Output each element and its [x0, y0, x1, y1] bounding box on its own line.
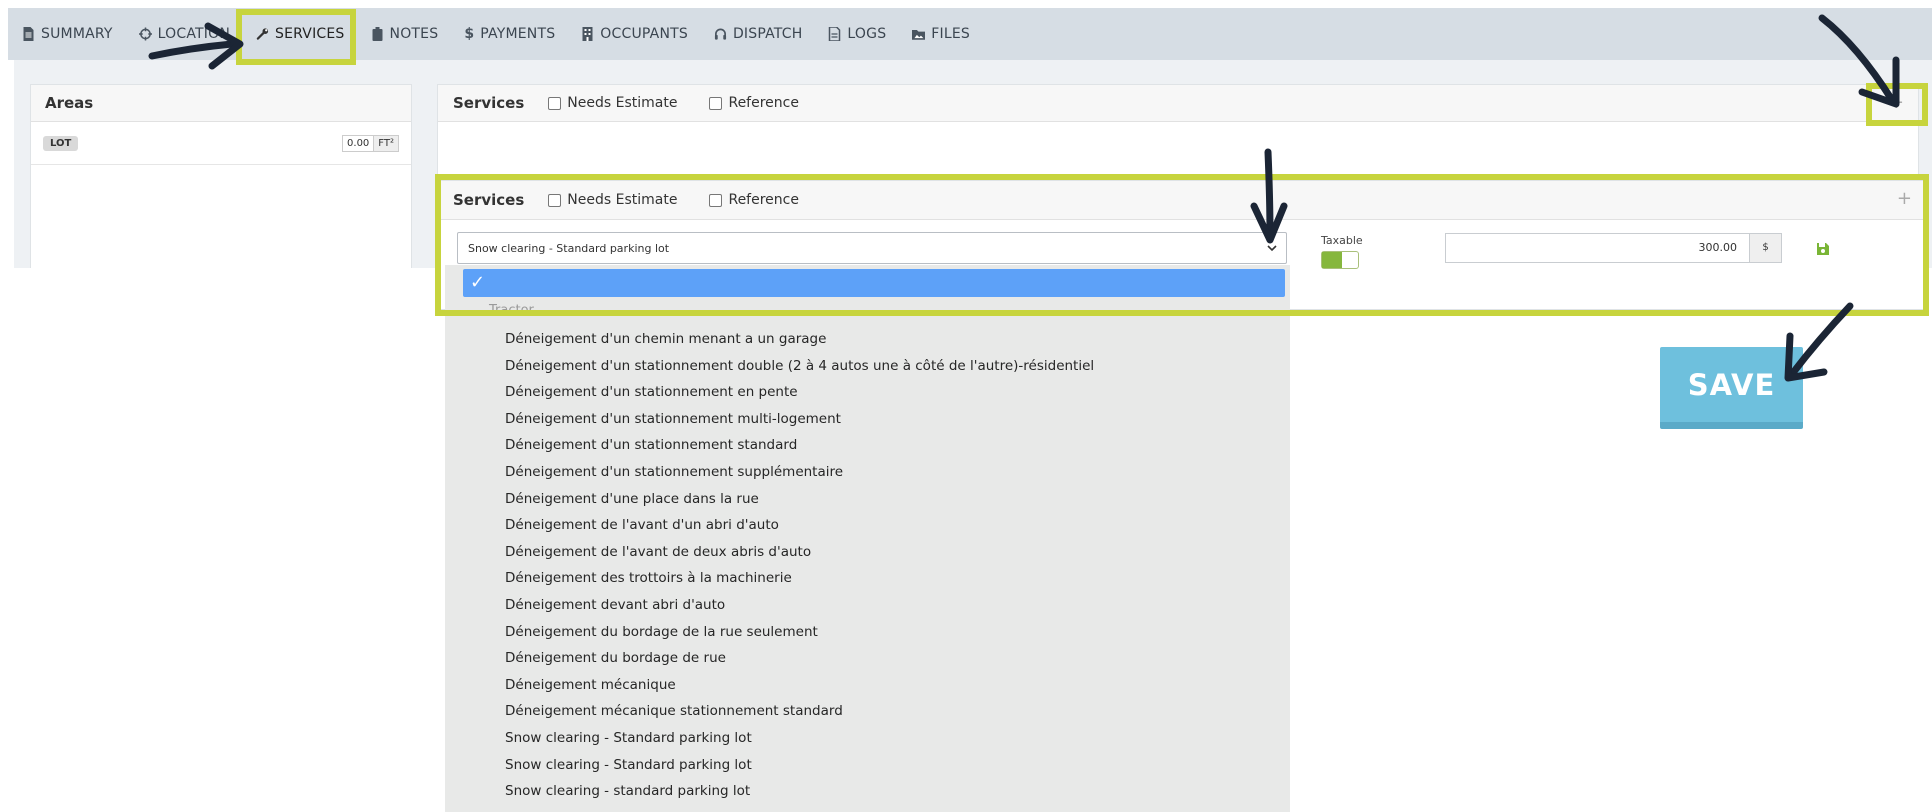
checkbox-label: Reference [728, 95, 799, 111]
tab-label: OCCUPANTS [600, 26, 688, 42]
highlight-service-line [435, 174, 1929, 316]
clipboard-icon [372, 27, 383, 41]
dropdown-option[interactable]: Déneigement mécanique stationnement stan… [505, 698, 1094, 725]
highlight-add-button [1866, 83, 1928, 126]
dropdown-option[interactable]: Déneigement des trottoirs à la machineri… [505, 565, 1094, 592]
folder-image-icon [912, 29, 926, 40]
dropdown-option[interactable]: Déneigement d'un stationnement supplémen… [505, 459, 1094, 486]
checkbox-label: Needs Estimate [567, 95, 678, 111]
checkbox-box[interactable] [548, 96, 562, 110]
dropdown-option[interactable]: Déneigement d'un stationnement standard [505, 432, 1094, 459]
tab-label: NOTES [389, 26, 439, 42]
areas-title: Areas [31, 85, 411, 122]
dropdown-option[interactable]: Déneigement du bordage de la rue seuleme… [505, 619, 1094, 646]
areas-panel: Areas LOT 0.00 FT² [30, 84, 412, 268]
tab-payments[interactable]: $ PAYMENTS [464, 26, 555, 42]
tab-label: LOGS [847, 26, 887, 42]
dollar-icon: $ [464, 26, 475, 42]
tab-dispatch[interactable]: DISPATCH [714, 26, 802, 42]
dropdown-option[interactable]: Déneigement d'une place dans la rue [505, 486, 1094, 513]
tab-bar: SUMMARY LOCATION SERVICES NOTES $ PAYMEN… [22, 26, 970, 42]
headset-icon [714, 28, 727, 40]
dropdown-option[interactable]: Déneigement du bordage de rue [505, 645, 1094, 672]
checkbox-box[interactable] [709, 96, 723, 110]
dropdown-option[interactable]: Snow clearing - standard parking lot [505, 778, 1094, 805]
dropdown-option[interactable]: Déneigement d'un stationnement double (2… [505, 353, 1094, 380]
tab-label: PAYMENTS [480, 26, 556, 42]
dropdown-option[interactable]: Déneigement de l'avant d'un abri d'auto [505, 512, 1094, 539]
save-button[interactable]: SAVE [1660, 347, 1803, 429]
area-value: 0.00 FT² [342, 134, 399, 152]
dropdown-option[interactable]: Snow clearing - Standard parking lot [505, 752, 1094, 779]
tab-summary[interactable]: SUMMARY [22, 26, 113, 42]
area-row[interactable]: LOT 0.00 FT² [31, 122, 411, 165]
services-title: Services [453, 94, 525, 112]
dropdown-option-list: Déneigement d'un chemin menant a un gara… [505, 326, 1094, 805]
tab-logs[interactable]: LOGS [828, 26, 886, 42]
dropdown-option[interactable]: Déneigement d'un stationnement multi-log… [505, 406, 1094, 433]
dropdown-option[interactable]: Déneigement d'un stationnement en pente [505, 379, 1094, 406]
dropdown-option[interactable]: Déneigement mécanique [505, 672, 1094, 699]
tab-occupants[interactable]: OCCUPANTS [581, 26, 688, 42]
services-header: Services Needs Estimate Reference + [438, 85, 1918, 122]
tab-label: SUMMARY [41, 26, 113, 42]
crosshair-icon [138, 27, 152, 41]
highlight-services-tab [236, 9, 356, 65]
tab-location[interactable]: LOCATION [138, 26, 231, 42]
needs-estimate-checkbox[interactable]: Needs Estimate [548, 95, 677, 111]
building-icon [582, 27, 593, 41]
service-dropdown: ✓ Tractor Déneigement d'un chemin menant… [445, 265, 1290, 812]
area-amount: 0.00 [342, 134, 375, 152]
dropdown-option[interactable]: Déneigement de l'avant de deux abris d'a… [505, 539, 1094, 566]
file-icon [829, 27, 841, 41]
reference-checkbox[interactable]: Reference [709, 95, 799, 111]
tab-notes[interactable]: NOTES [371, 26, 439, 42]
dropdown-option[interactable]: Déneigement d'un chemin menant a un gara… [505, 326, 1094, 353]
dropdown-option[interactable]: Déneigement devant abri d'auto [505, 592, 1094, 619]
area-badge: LOT [43, 135, 79, 151]
document-icon [23, 27, 34, 41]
area-unit: FT² [374, 134, 399, 152]
tab-label: LOCATION [157, 26, 231, 42]
tab-label: DISPATCH [732, 26, 803, 42]
tab-label: FILES [931, 26, 970, 42]
tab-files[interactable]: FILES [912, 26, 970, 42]
dropdown-option[interactable]: Snow clearing - Standard parking lot [505, 725, 1094, 752]
